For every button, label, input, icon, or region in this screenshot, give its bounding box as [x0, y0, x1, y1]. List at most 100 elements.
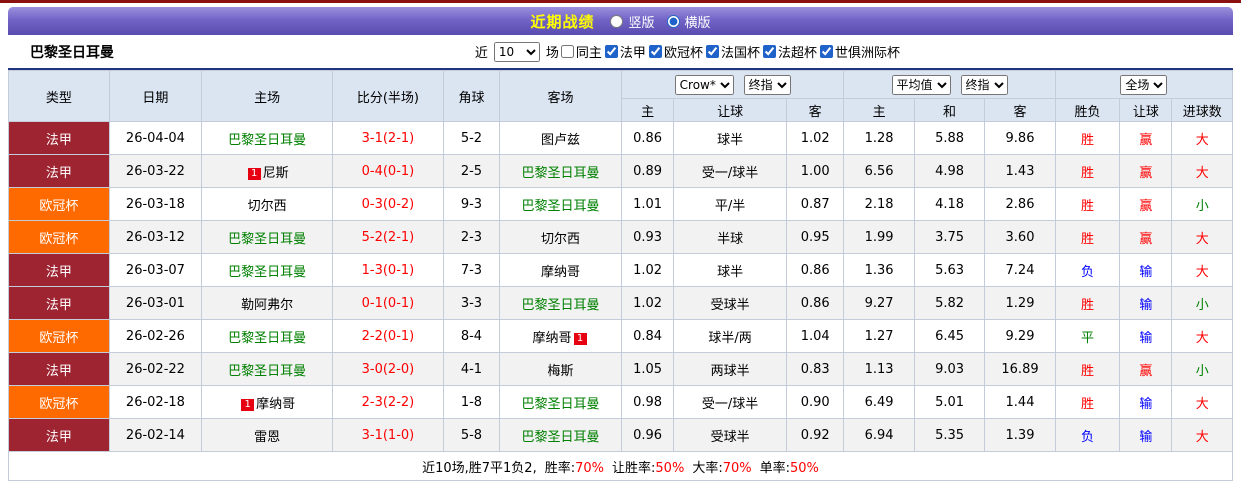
euro-home-odds: 1.28 [843, 121, 915, 155]
results-table: 类型 日期 主场 比分(半场) 角球 客场 Crow* 终指 平均值 终指 全场… [8, 70, 1234, 481]
asian-home-odds: 0.93 [620, 220, 675, 254]
footer-summary: 近10场,胜7平1负2, 胜率:70% 让胜率:50% 大率:70% 单率:50% [8, 451, 1233, 481]
handicap-result-cell: 输 [1119, 385, 1173, 419]
euro-draw-odds: 5.63 [913, 253, 986, 287]
team-name[interactable]: 勒阿弗尔 [241, 298, 293, 313]
filter-option[interactable]: 同主 [560, 42, 602, 61]
filter-checkbox[interactable] [762, 45, 776, 58]
team-name[interactable]: 摩纳哥 [541, 265, 580, 280]
layout-radio[interactable] [610, 14, 624, 28]
filter-checkbox[interactable] [705, 45, 719, 58]
col-header-euro-away: 客 [984, 98, 1056, 122]
home-team-cell: 1 尼斯 [201, 154, 334, 188]
table-row: 法甲 26-03-22 1 尼斯 0-4(0-1) 2-5 巴黎圣日耳曼 0.89 受一/球半 1… [8, 154, 1233, 188]
footer-row: 近10场,胜7平1负2, 胜率:70% 让胜率:50% 大率:70% 单率:50% [8, 451, 1233, 481]
result-cell: 胜 [1054, 121, 1121, 155]
team-name[interactable]: 巴黎圣日耳曼 [228, 364, 306, 379]
result-cell: 负 [1054, 253, 1121, 287]
scope-select[interactable]: 全场 [1120, 74, 1168, 95]
team-name[interactable]: 巴黎圣日耳曼 [522, 199, 600, 214]
layout-radio-label: 横版 [684, 15, 711, 31]
asian-time-select[interactable]: 终指 [743, 74, 791, 95]
away-team-cell: 梅斯 [499, 352, 622, 386]
filter-checkbox[interactable] [604, 45, 618, 58]
corner-cell: 2-3 [442, 220, 501, 254]
col-header-euro-draw: 和 [913, 98, 986, 122]
table-row: 欧冠杯 26-02-18 1 摩纳哥 2-3(2-2) 1-8 巴黎圣日耳曼 0.98 受一/球… [8, 385, 1233, 419]
away-team-cell: 巴黎圣日耳曼 [499, 385, 622, 419]
asian-away-odds: 1.02 [785, 121, 845, 155]
handicap-result-cell: 输 [1119, 319, 1173, 353]
col-header-asian-handicap: 让球 [673, 98, 787, 122]
layout-option[interactable]: 竖版 [610, 12, 655, 31]
team-name[interactable]: 巴黎圣日耳曼 [522, 397, 600, 412]
filter-checkbox[interactable] [648, 45, 662, 58]
score-cell: 0-4(0-1) [332, 154, 444, 188]
handicap-result-cell: 赢 [1119, 121, 1173, 155]
corner-cell: 1-8 [442, 385, 501, 419]
team-name[interactable]: 巴黎圣日耳曼 [228, 265, 306, 280]
competition-cell: 欧冠杯 [8, 187, 110, 221]
filter-checkbox[interactable] [819, 45, 833, 58]
competition-cell: 法甲 [8, 253, 110, 287]
corner-cell: 4-1 [442, 352, 501, 386]
team-name[interactable]: 切尔西 [541, 232, 580, 247]
euro-away-odds: 16.89 [984, 352, 1056, 386]
team-name[interactable]: 摩纳哥 [533, 331, 572, 346]
table-row: 法甲 26-03-01 勒阿弗尔 0-1(0-1) 3-3 巴黎圣日耳曼 1.02 受球半 0.… [8, 286, 1233, 320]
date-cell: 26-03-01 [108, 286, 203, 320]
col-header-asian-away: 客 [785, 98, 845, 122]
filter-option[interactable]: 世俱洲际杯 [819, 42, 900, 61]
team-name[interactable]: 巴黎圣日耳曼 [522, 166, 600, 181]
layout-radio[interactable] [666, 14, 680, 28]
team-name[interactable]: 巴黎圣日耳曼 [228, 133, 306, 148]
asian-handicap: 受球半 [673, 418, 787, 452]
team-name[interactable]: 巴黎圣日耳曼 [522, 298, 600, 313]
filter-option[interactable]: 法超杯 [762, 42, 817, 61]
filter-option[interactable]: 法甲 [604, 42, 646, 61]
euro-source-select[interactable]: 平均值 [891, 74, 951, 95]
date-cell: 26-03-07 [108, 253, 203, 287]
asian-source-select[interactable]: Crow* [674, 74, 734, 95]
date-cell: 26-03-22 [108, 154, 203, 188]
goals-cell: 大 [1171, 385, 1233, 419]
corner-cell: 8-4 [442, 319, 501, 353]
filter-checkbox[interactable] [560, 45, 574, 58]
result-cell: 胜 [1054, 220, 1121, 254]
team-name[interactable]: 雷恩 [254, 430, 280, 445]
asian-handicap: 球半 [673, 253, 787, 287]
result-cell: 胜 [1054, 352, 1121, 386]
team-name[interactable]: 摩纳哥 [256, 397, 295, 412]
asian-away-odds: 0.90 [785, 385, 845, 419]
layout-option[interactable]: 横版 [666, 12, 711, 31]
corner-cell: 3-3 [442, 286, 501, 320]
team-name[interactable]: 巴黎圣日耳曼 [522, 430, 600, 445]
asian-away-odds: 0.87 [785, 187, 845, 221]
filter-option[interactable]: 欧冠杯 [648, 42, 703, 61]
col-header-handicap-result: 让球 [1119, 98, 1173, 122]
asian-handicap: 平/半 [673, 187, 787, 221]
competition-cell: 法甲 [8, 418, 110, 452]
filter-option[interactable]: 法国杯 [705, 42, 760, 61]
euro-away-odds: 7.24 [984, 253, 1056, 287]
title-bar: 近期战绩 竖版 横版 [8, 7, 1233, 35]
table-head: 类型 日期 主场 比分(半场) 角球 客场 Crow* 终指 平均值 终指 全场… [8, 70, 1234, 122]
score-cell: 2-2(0-1) [332, 319, 444, 353]
corner-cell: 7-3 [442, 253, 501, 287]
euro-time-select[interactable]: 终指 [960, 74, 1008, 95]
team-name[interactable]: 梅斯 [548, 364, 574, 379]
recent-count-select[interactable]: 10 [493, 41, 540, 62]
home-team-cell: 雷恩 [201, 418, 334, 452]
result-cell: 胜 [1054, 286, 1121, 320]
score-cell: 3-0(2-0) [332, 352, 444, 386]
team-name[interactable]: 切尔西 [248, 199, 287, 214]
corner-cell: 9-3 [442, 187, 501, 221]
competition-cell: 法甲 [8, 154, 110, 188]
asian-away-odds: 0.92 [785, 418, 845, 452]
team-name[interactable]: 图卢兹 [541, 133, 580, 148]
team-name[interactable]: 巴黎圣日耳曼 [228, 232, 306, 247]
recent-label: 近 [474, 46, 488, 61]
team-name[interactable]: 巴黎圣日耳曼 [228, 331, 306, 346]
team-name[interactable]: 尼斯 [263, 166, 289, 181]
euro-draw-odds: 5.35 [913, 418, 986, 452]
